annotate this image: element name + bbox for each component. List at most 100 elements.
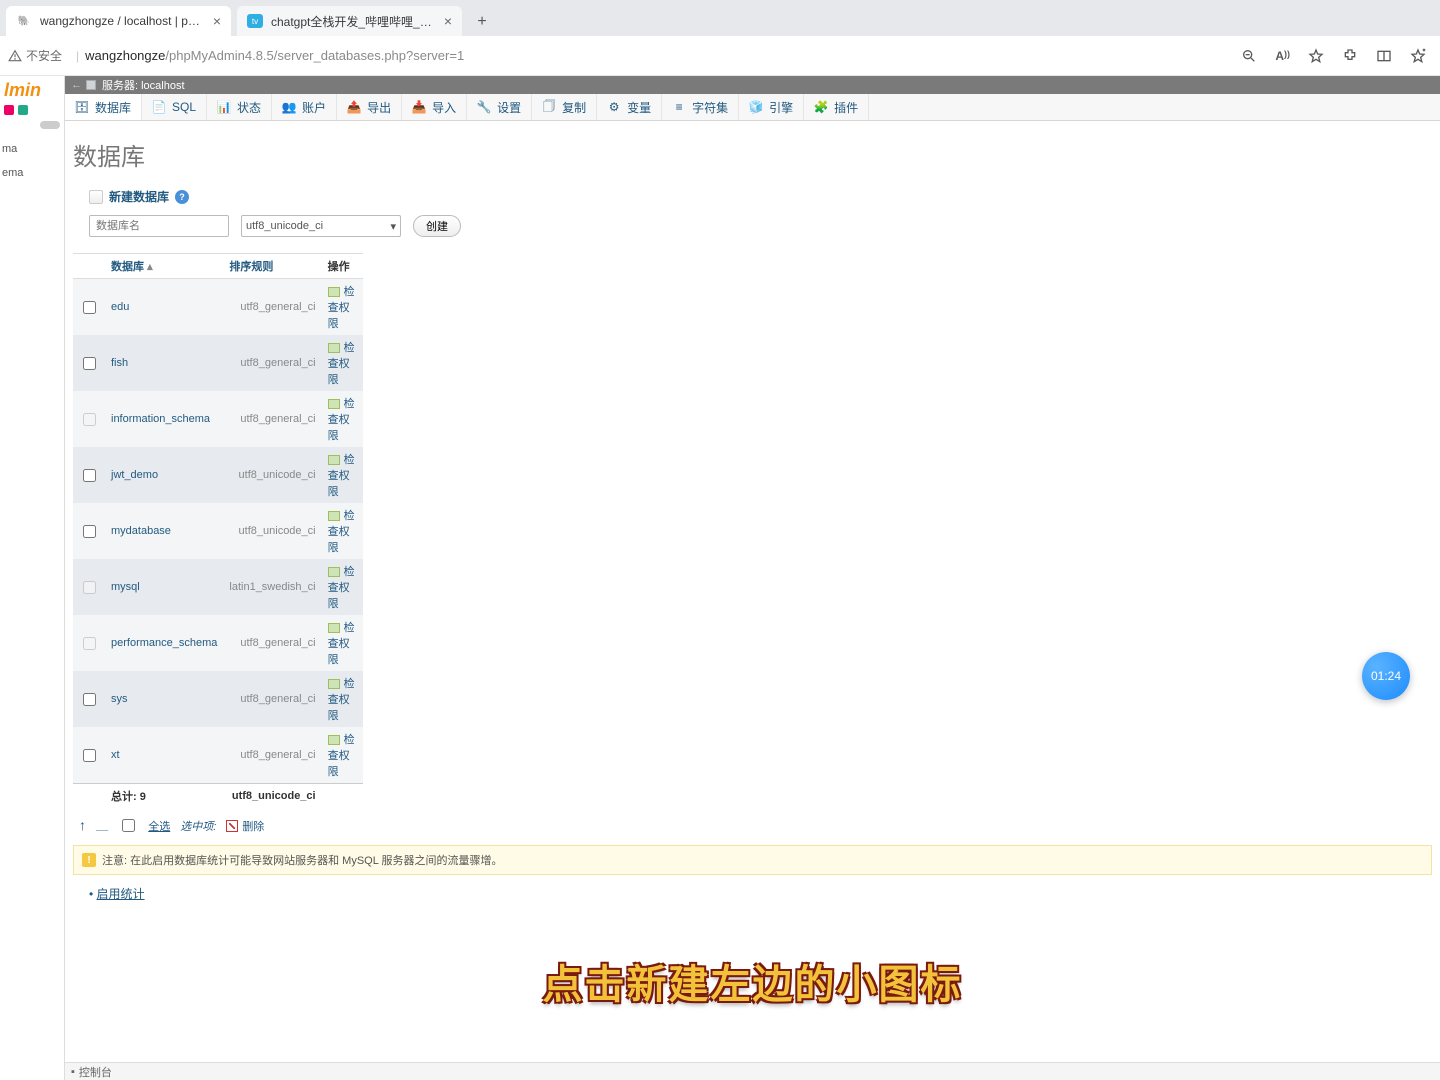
- console-icon: ▪: [71, 1066, 75, 1078]
- row-collation: latin1_swedish_ci: [223, 559, 321, 615]
- db-link[interactable]: xt: [111, 749, 120, 761]
- tab-sql[interactable]: 📄SQL: [142, 94, 207, 120]
- close-icon[interactable]: ×: [213, 14, 221, 28]
- row-checkbox[interactable]: [83, 413, 96, 426]
- db-link[interactable]: sys: [111, 693, 128, 705]
- tab-export[interactable]: 📤导出: [337, 94, 402, 120]
- table-row: eduutf8_general_ci检查权限: [73, 279, 363, 336]
- tab-plugins[interactable]: 🧩插件: [804, 94, 869, 120]
- row-checkbox[interactable]: [83, 301, 96, 314]
- browser-tab-strip: 🐘 wangzhongze / localhost | phpM × tv ch…: [0, 0, 1440, 36]
- phpmyadmin-app: lmin ma ema ← 服务器: localhost 🗄数据库 📄SQL 📊…: [0, 76, 1440, 1080]
- db-link[interactable]: edu: [111, 301, 129, 313]
- db-link[interactable]: mysql: [111, 581, 140, 593]
- total-label: 总计: 9: [105, 784, 223, 809]
- zoom-icon[interactable]: [1241, 48, 1257, 64]
- address-bar: 不安全 | wangzhongze/phpMyAdmin4.8.5/server…: [0, 36, 1440, 76]
- tree-item[interactable]: ma: [2, 137, 62, 161]
- col-collation[interactable]: 排序规则: [223, 254, 321, 279]
- db-link[interactable]: jwt_demo: [111, 469, 158, 481]
- browser-tab-phpmyadmin[interactable]: 🐘 wangzhongze / localhost | phpM ×: [6, 6, 231, 36]
- accounts-icon: 👥: [282, 100, 296, 114]
- table-row: information_schemautf8_general_ci检查权限: [73, 391, 363, 447]
- privileges-icon: [328, 287, 340, 297]
- favicon-phpmyadmin: 🐘: [16, 13, 32, 29]
- tab-charsets[interactable]: ≡字符集: [662, 94, 739, 120]
- url-field[interactable]: wangzhongze/phpMyAdmin4.8.5/server_datab…: [85, 48, 1241, 63]
- sort-asc-icon[interactable]: ▴: [147, 261, 153, 273]
- db-link[interactable]: performance_schema: [111, 637, 217, 649]
- nav-quick-icons: [0, 101, 64, 119]
- enable-statistics: 启用统计: [73, 875, 1432, 912]
- database-name-input[interactable]: [89, 215, 229, 237]
- sql-icon: 📄: [152, 100, 166, 114]
- help-icon[interactable]: ?: [175, 190, 189, 204]
- col-database: 数据库 ▴: [105, 254, 223, 279]
- warning-icon: !: [82, 853, 96, 867]
- read-aloud-icon[interactable]: A)): [1275, 49, 1290, 63]
- database-table: 数据库 ▴ 排序规则 操作 eduutf8_general_ci检查权限fish…: [73, 253, 363, 808]
- table-row: jwt_demoutf8_unicode_ci检查权限: [73, 447, 363, 503]
- privileges-icon: [328, 343, 340, 353]
- tab-import[interactable]: 📥导入: [402, 94, 467, 120]
- favorite-icon[interactable]: [1308, 48, 1324, 64]
- refresh-icon[interactable]: [18, 105, 28, 115]
- db-link[interactable]: fish: [111, 357, 128, 369]
- collation-select[interactable]: utf8_unicode_ci ▾: [241, 215, 401, 237]
- home-icon[interactable]: [4, 105, 14, 115]
- tab-databases[interactable]: 🗄数据库: [65, 94, 142, 120]
- enable-stats-link[interactable]: 启用统计: [97, 887, 145, 901]
- collapse-handle[interactable]: [40, 121, 60, 129]
- row-checkbox[interactable]: [83, 357, 96, 370]
- table-row: performance_schemautf8_general_ci检查权限: [73, 615, 363, 671]
- create-heading: 新建数据库: [109, 188, 169, 205]
- tab-accounts[interactable]: 👥账户: [272, 94, 337, 120]
- with-selected-label: 选中项:: [180, 818, 216, 834]
- db-link[interactable]: information_schema: [111, 413, 210, 425]
- privileges-icon: [328, 455, 340, 465]
- collections-icon[interactable]: [1410, 48, 1426, 64]
- tab-settings[interactable]: 🔧设置: [467, 94, 532, 120]
- table-row: sysutf8_general_ci检查权限: [73, 671, 363, 727]
- tab-replication[interactable]: 🗍复制: [532, 94, 597, 120]
- db-link[interactable]: mydatabase: [111, 525, 171, 537]
- row-collation: utf8_general_ci: [223, 391, 321, 447]
- tree-item[interactable]: ema: [2, 161, 62, 185]
- tab-variables[interactable]: ⚙变量: [597, 94, 662, 120]
- total-collation: utf8_unicode_ci: [223, 784, 321, 809]
- privileges-icon: [328, 623, 340, 633]
- tab-title: wangzhongze / localhost | phpM: [40, 14, 205, 28]
- table-row: mysqllatin1_swedish_ci检查权限: [73, 559, 363, 615]
- row-checkbox[interactable]: [83, 469, 96, 482]
- row-checkbox[interactable]: [83, 637, 96, 650]
- delete-action[interactable]: 删除: [226, 818, 264, 834]
- console-bar[interactable]: ▪ 控制台: [65, 1062, 1440, 1080]
- browser-tab-bilibili[interactable]: tv chatgpt全栈开发_哔哩哔哩_bilibi ×: [237, 6, 462, 36]
- create-button[interactable]: 创建: [413, 215, 461, 237]
- video-timer-overlay: 01:24: [1362, 652, 1410, 700]
- security-indicator[interactable]: 不安全: [8, 47, 62, 64]
- check-all-link[interactable]: 全选: [148, 818, 170, 834]
- new-database-icon: [89, 190, 103, 204]
- row-checkbox[interactable]: [83, 693, 96, 706]
- db-tree: ma ema: [0, 131, 64, 185]
- breadcrumb-server[interactable]: 服务器: localhost: [102, 77, 185, 93]
- row-checkbox[interactable]: [83, 749, 96, 762]
- favicon-bilibili: tv: [247, 14, 263, 28]
- delete-icon: [226, 820, 238, 832]
- chevron-down-icon: ▾: [390, 220, 396, 233]
- phpmyadmin-logo: lmin: [0, 76, 64, 101]
- close-icon[interactable]: ×: [444, 14, 452, 28]
- split-screen-icon[interactable]: [1376, 48, 1392, 64]
- variables-icon: ⚙: [607, 100, 621, 114]
- new-tab-button[interactable]: +: [468, 8, 496, 36]
- engine-icon: 🧊: [749, 100, 763, 114]
- breadcrumb: ← 服务器: localhost: [65, 76, 1440, 94]
- row-checkbox[interactable]: [83, 525, 96, 538]
- navigation-panel: lmin ma ema: [0, 76, 65, 1080]
- row-checkbox[interactable]: [83, 581, 96, 594]
- extensions-icon[interactable]: [1342, 48, 1358, 64]
- tab-engines[interactable]: 🧊引擎: [739, 94, 804, 120]
- tab-status[interactable]: 📊状态: [207, 94, 272, 120]
- check-all[interactable]: [122, 819, 135, 832]
